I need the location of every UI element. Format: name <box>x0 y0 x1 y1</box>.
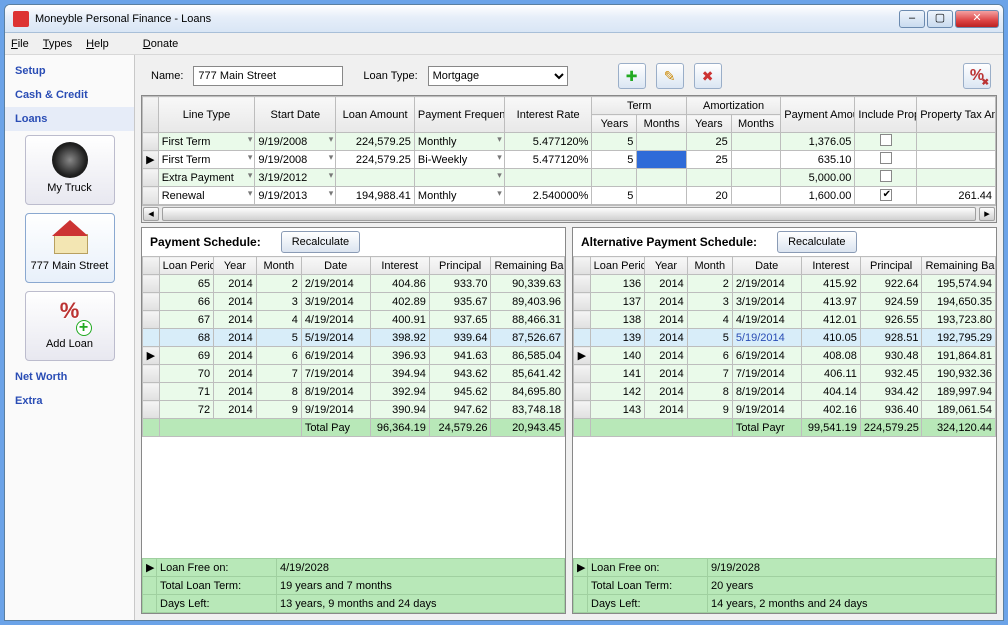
name-label: Name: <box>141 70 183 82</box>
schedules-row: Payment Schedule: Recalculate Loan Perio… <box>141 227 997 614</box>
sidebar-tile-add-loan[interactable]: % Add Loan <box>25 291 115 361</box>
schedule-row[interactable]: 136201422/19/2014415.92922.64195,574.94 <box>574 275 996 293</box>
recalculate-button-1[interactable]: Recalculate <box>281 231 360 253</box>
app-icon <box>13 11 29 27</box>
alt-payment-schedule-panel: Alternative Payment Schedule: Recalculat… <box>572 227 997 614</box>
loan-row[interactable]: Extra Payment3/19/20125,000.00 <box>143 169 996 187</box>
sidebar: SetupCash & CreditLoans My Truck 777 Main … <box>5 55 135 620</box>
summary-row: Total Loan Term:19 years and 7 months <box>143 577 565 595</box>
scroll-thumb[interactable] <box>162 207 976 221</box>
summary-row: ▶Loan Free on:4/19/2028 <box>143 559 565 577</box>
summary-row: Days Left:13 years, 9 months and 24 days <box>143 595 565 613</box>
window-title: Moneyble Personal Finance - Loans <box>35 13 899 25</box>
schedule-row[interactable]: 67201444/19/2014400.91937.6588,466.31 <box>143 311 565 329</box>
horizontal-scrollbar[interactable]: ◂ ▸ <box>142 205 996 222</box>
sidebar-link-extra[interactable]: Extra <box>5 389 134 413</box>
schedule-row[interactable]: ▶69201466/19/2014396.93941.6386,585.04 <box>143 347 565 365</box>
sidebar-tile-my-truck[interactable]: My Truck <box>25 135 115 205</box>
add-row-button[interactable]: ✚ <box>618 63 646 89</box>
include-tax-checkbox[interactable] <box>880 189 892 201</box>
summary-row: ▶Loan Free on:9/19/2028 <box>574 559 996 577</box>
sidebar-tile--main-street[interactable]: 777 Main Street <box>25 213 115 283</box>
minimize-button[interactable]: – <box>899 10 925 28</box>
schedule-total-row: Total Pay96,364.1924,579.2620,943.45 <box>143 419 565 437</box>
menu-file[interactable]: File <box>11 38 29 50</box>
house-icon <box>52 220 88 256</box>
schedule-row[interactable]: 68201455/19/2014398.92939.6487,526.67 <box>143 329 565 347</box>
schedule-row[interactable]: 138201444/19/2014412.01926.55193,723.80 <box>574 311 996 329</box>
loan-type-select[interactable]: Mortgage <box>428 66 568 86</box>
tile-label: 777 Main Street <box>26 260 114 272</box>
schedule-row[interactable]: ▶140201466/19/2014408.08930.48191,864.81 <box>574 347 996 365</box>
loan-form-row: Name: Loan Type: Mortgage ✚ ✎ ✖ % <box>141 61 997 91</box>
schedule-row[interactable]: 72201499/19/2014390.94947.6283,748.18 <box>143 401 565 419</box>
loan-row[interactable]: Renewal9/19/2013194,988.41Monthly2.54000… <box>143 187 996 205</box>
schedule-title: Payment Schedule: <box>150 235 261 249</box>
name-input[interactable] <box>193 66 343 86</box>
schedule-total-row: Total Payr99,541.19224,579.25324,120.44 <box>574 419 996 437</box>
sidebar-link-loans[interactable]: Loans <box>5 107 134 131</box>
sidebar-link-net-worth[interactable]: Net Worth <box>5 365 134 389</box>
include-tax-checkbox[interactable] <box>880 170 892 182</box>
alt-schedule-title: Alternative Payment Schedule: <box>581 235 757 249</box>
content: SetupCash & CreditLoans My Truck 777 Main … <box>5 55 1003 620</box>
sidebar-link-cash-credit[interactable]: Cash & Credit <box>5 83 134 107</box>
tax-button[interactable]: % <box>963 63 991 89</box>
schedule-row[interactable]: 139201455/19/2014410.05928.51192,795.29 <box>574 329 996 347</box>
schedule-row[interactable]: 141201477/19/2014406.11932.45190,932.36 <box>574 365 996 383</box>
schedule-row[interactable]: 65201422/19/2014404.86933.7090,339.63 <box>143 275 565 293</box>
tire-icon <box>52 142 88 178</box>
schedule-row[interactable]: 142201488/19/2014404.14934.42189,997.94 <box>574 383 996 401</box>
tile-label: Add Loan <box>26 338 114 350</box>
menubar: File Types Help Donate <box>5 33 1003 55</box>
menu-donate[interactable]: Donate <box>143 38 178 50</box>
schedule-row[interactable]: 143201499/19/2014402.16936.40189,061.54 <box>574 401 996 419</box>
include-tax-checkbox[interactable] <box>880 152 892 164</box>
payment-schedule-panel: Payment Schedule: Recalculate Loan Perio… <box>141 227 566 614</box>
include-tax-checkbox[interactable] <box>880 134 892 146</box>
menu-types[interactable]: Types <box>43 38 72 50</box>
maximize-button[interactable]: ▢ <box>927 10 953 28</box>
menu-help[interactable]: Help <box>86 38 109 50</box>
edit-row-button[interactable]: ✎ <box>656 63 684 89</box>
loan-terms-grid: Line TypeStart DateLoan AmountPayment Fr… <box>141 95 997 223</box>
recalculate-button-2[interactable]: Recalculate <box>777 231 856 253</box>
loan-row[interactable]: ▶First Term9/19/2008224,579.25Bi-Weekly5… <box>143 151 996 169</box>
delete-row-button[interactable]: ✖ <box>694 63 722 89</box>
scroll-left-arrow[interactable]: ◂ <box>143 207 159 221</box>
app-window: Moneyble Personal Finance - Loans – ▢ ✕ … <box>4 4 1004 621</box>
scroll-right-arrow[interactable]: ▸ <box>979 207 995 221</box>
sidebar-link-setup[interactable]: Setup <box>5 59 134 83</box>
schedule-row[interactable]: 66201433/19/2014402.89935.6789,403.96 <box>143 293 565 311</box>
schedule-row[interactable]: 137201433/19/2014413.97924.59194,650.35 <box>574 293 996 311</box>
loan-row[interactable]: First Term9/19/2008224,579.25Monthly5.47… <box>143 133 996 151</box>
type-label: Loan Type: <box>353 70 417 82</box>
close-button[interactable]: ✕ <box>955 10 999 28</box>
summary-row: Total Loan Term:20 years <box>574 577 996 595</box>
main-panel: Name: Loan Type: Mortgage ✚ ✎ ✖ % Line T… <box>135 55 1003 620</box>
tile-label: My Truck <box>26 182 114 194</box>
percent-icon: % <box>52 298 88 334</box>
summary-row: Days Left:14 years, 2 months and 24 days <box>574 595 996 613</box>
schedule-row[interactable]: 70201477/19/2014394.94943.6285,641.42 <box>143 365 565 383</box>
schedule-row[interactable]: 71201488/19/2014392.94945.6284,695.80 <box>143 383 565 401</box>
titlebar[interactable]: Moneyble Personal Finance - Loans – ▢ ✕ <box>5 5 1003 33</box>
